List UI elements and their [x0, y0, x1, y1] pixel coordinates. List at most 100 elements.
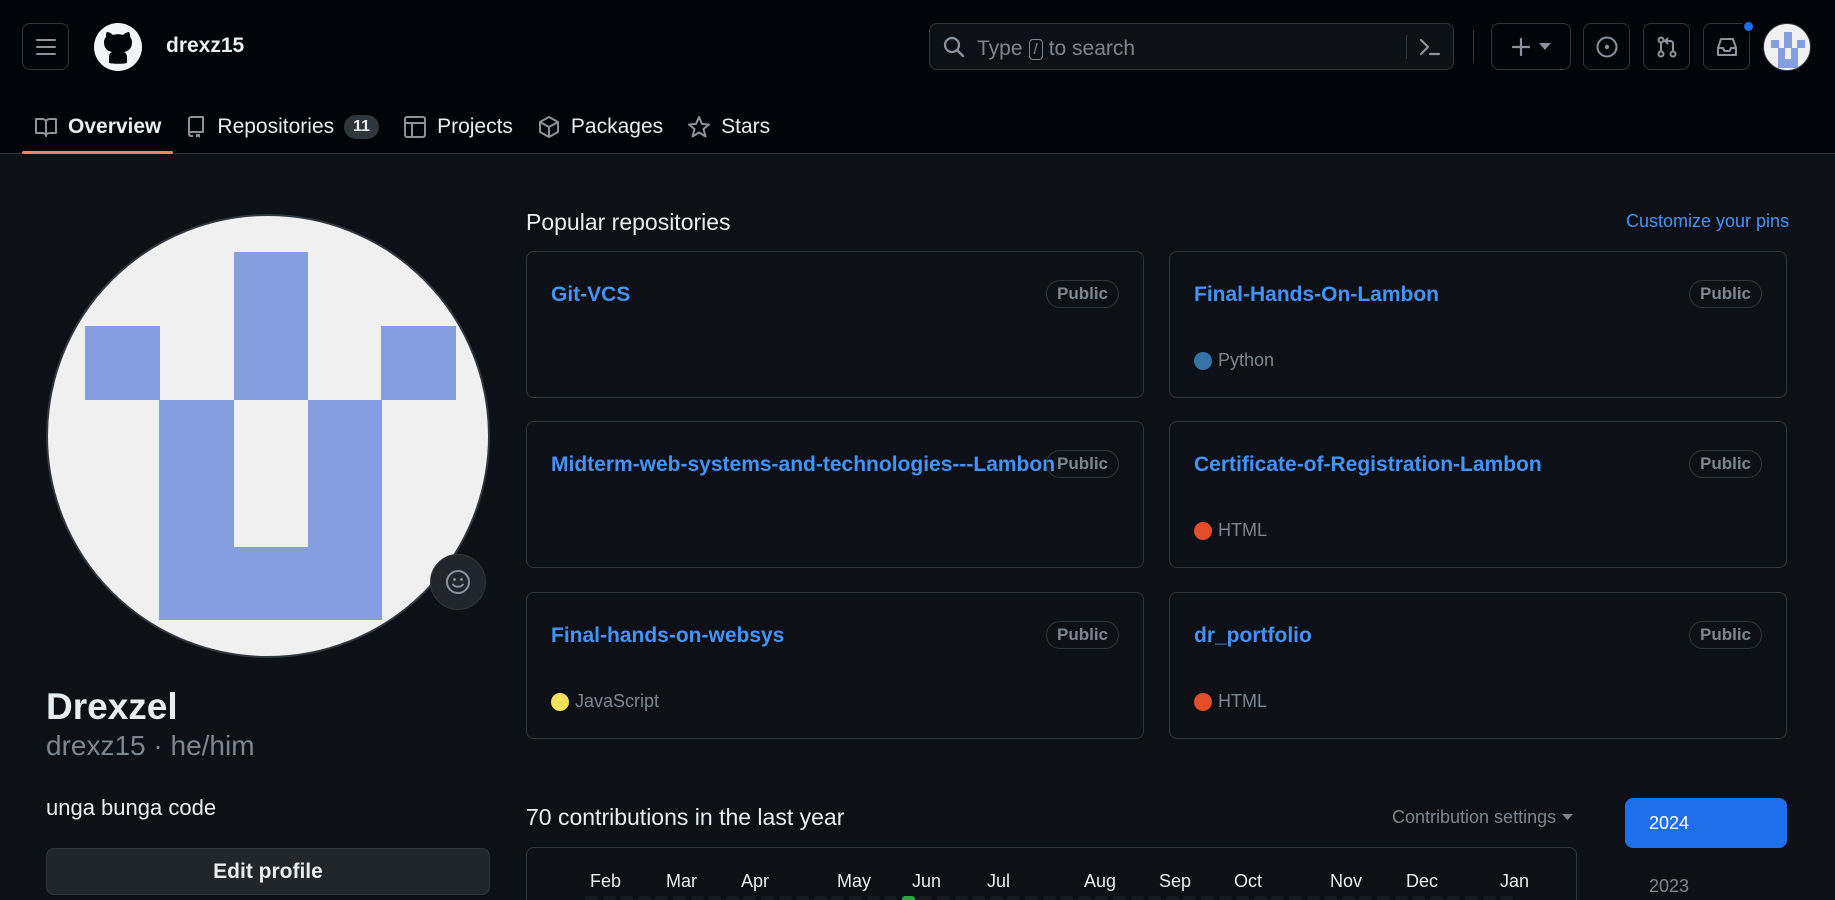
contribution-day-cell[interactable] — [1148, 896, 1162, 900]
contribution-day-cell[interactable] — [690, 896, 704, 900]
contribution-day-cell[interactable] — [1394, 896, 1408, 900]
contribution-day-cell[interactable] — [1500, 896, 1514, 900]
contribution-day-cell[interactable] — [813, 896, 827, 900]
visibility-badge: Public — [1045, 450, 1119, 478]
contribution-day-cell[interactable] — [1201, 896, 1214, 900]
profile-avatar[interactable] — [46, 214, 490, 658]
contribution-day-cell[interactable] — [1306, 896, 1320, 900]
search-input[interactable]: Type / to search — [929, 23, 1454, 70]
contribution-day-cell[interactable] — [1465, 896, 1478, 900]
profile-bio: unga bunga code — [46, 795, 217, 820]
contribution-day-cell[interactable] — [1324, 896, 1338, 900]
contribution-day-cell[interactable] — [743, 896, 757, 900]
contribution-day-cell[interactable] — [972, 896, 986, 900]
contribution-day-cell[interactable] — [989, 896, 1003, 900]
year-2023-link[interactable]: 2023 — [1649, 876, 1689, 897]
contribution-day-cell[interactable] — [1042, 896, 1056, 900]
contribution-day-cell[interactable] — [1377, 896, 1390, 900]
contribution-day-cell[interactable] — [954, 896, 968, 900]
set-status-button[interactable] — [430, 554, 486, 610]
repo-card: Final-Hands-On-Lambon Public Python — [1169, 251, 1787, 398]
contribution-day-cell[interactable] — [761, 896, 774, 900]
contribution-day-cell[interactable] — [1095, 896, 1109, 900]
visibility-badge: Public — [1688, 450, 1762, 478]
contribution-day-cell[interactable] — [1165, 896, 1179, 900]
contribution-day-cell[interactable] — [725, 896, 739, 900]
contribution-day-cell[interactable] — [1289, 896, 1302, 900]
contribution-day-cell[interactable] — [1482, 896, 1496, 900]
tab-packages[interactable]: Packages — [525, 100, 675, 154]
calendar-month-label: Oct — [1234, 871, 1263, 891]
contribution-day-cell[interactable] — [1007, 896, 1021, 900]
inbox-icon — [1716, 37, 1737, 56]
tab-repositories[interactable]: Repositories 11 — [173, 100, 391, 154]
contribution-day-cell[interactable] — [655, 896, 669, 900]
contribution-day-cell[interactable] — [602, 896, 616, 900]
contribution-day-cell[interactable] — [1447, 896, 1461, 900]
contribution-day-cell[interactable] — [620, 896, 634, 900]
github-logo-icon[interactable] — [94, 23, 142, 71]
contribution-day-cell[interactable] — [1077, 896, 1091, 900]
repo-language: Python — [1194, 350, 1274, 371]
contribution-day-cell[interactable] — [1060, 896, 1074, 900]
repo-name-link[interactable]: Git-VCS — [551, 283, 630, 307]
contribution-day-cell[interactable] — [1236, 896, 1250, 900]
repo-name-link[interactable]: Midterm-web-systems-and-technologies---L… — [551, 453, 1055, 477]
contribution-day-cell[interactable] — [849, 896, 862, 900]
tab-overview[interactable]: Overview — [22, 100, 174, 154]
repo-name-link[interactable]: Final-Hands-On-Lambon — [1194, 283, 1439, 307]
contribution-day-cell[interactable] — [884, 896, 898, 900]
contribution-day-cell[interactable] — [1271, 896, 1285, 900]
customize-pins-link[interactable]: Customize your pins — [1626, 211, 1789, 232]
contribution-day-cell[interactable] — [1113, 896, 1126, 900]
repo-name-link[interactable]: dr_portfolio — [1194, 624, 1312, 648]
command-palette-icon[interactable] — [1418, 36, 1442, 58]
calendar-month-label: Feb — [590, 871, 622, 891]
search-icon — [943, 36, 965, 58]
create-new-button[interactable] — [1491, 23, 1571, 70]
calendar-month-label: Apr — [741, 871, 770, 891]
calendar-month-label: Jun — [912, 871, 942, 891]
contribution-day-cell[interactable] — [1218, 896, 1232, 900]
menu-button[interactable] — [22, 23, 69, 70]
visibility-badge: Public — [1688, 621, 1762, 649]
year-2024-button[interactable]: 2024 — [1625, 798, 1787, 848]
contribution-day-cell[interactable] — [1359, 896, 1373, 900]
contribution-day-cell[interactable] — [1341, 896, 1355, 900]
contribution-day-cell[interactable] — [637, 896, 651, 900]
repo-name-link[interactable]: Certificate-of-Registration-Lambon — [1194, 453, 1542, 477]
contribution-day-cell[interactable] — [937, 896, 950, 900]
calendar-month-label: Aug — [1084, 871, 1117, 891]
calendar-month-label: Jan — [1500, 871, 1530, 891]
search-shortcut-key: / — [1028, 38, 1043, 60]
edit-profile-button[interactable]: Edit profile — [46, 848, 490, 895]
contribution-day-cell[interactable] — [708, 896, 722, 900]
contribution-day-cell[interactable] — [778, 896, 792, 900]
contribution-day-cell[interactable] — [673, 896, 686, 900]
contribution-day-cell[interactable] — [1412, 896, 1426, 900]
repo-name-link[interactable]: Final-hands-on-websys — [551, 624, 784, 648]
header-username[interactable]: drexz15 — [166, 34, 244, 58]
visibility-badge: Public — [1045, 280, 1119, 308]
contribution-day-cell[interactable] — [901, 896, 915, 900]
issues-button[interactable] — [1583, 23, 1630, 70]
contribution-day-cell[interactable] — [866, 896, 880, 900]
user-avatar[interactable] — [1763, 23, 1811, 71]
contribution-day-cell[interactable] — [796, 896, 810, 900]
contribution-settings-button[interactable]: Contribution settings — [1392, 807, 1574, 828]
tab-projects[interactable]: Projects — [391, 100, 525, 154]
contribution-day-cell[interactable] — [919, 896, 933, 900]
pull-requests-button[interactable] — [1643, 23, 1690, 70]
contribution-day-cell[interactable] — [1025, 896, 1038, 900]
contribution-day-cell[interactable] — [1130, 896, 1144, 900]
contribution-day-cell[interactable] — [585, 896, 598, 900]
contribution-day-cell[interactable] — [1429, 896, 1443, 900]
package-icon — [538, 116, 559, 138]
contribution-day-cell[interactable] — [1253, 896, 1267, 900]
contribution-settings-label: Contribution settings — [1392, 807, 1557, 827]
tab-stars[interactable]: Stars — [675, 100, 782, 154]
star-icon — [688, 116, 711, 138]
contribution-day-cell[interactable] — [1183, 896, 1197, 900]
profile-display-name: Drexzel — [46, 686, 178, 727]
contribution-day-cell[interactable] — [831, 896, 845, 900]
